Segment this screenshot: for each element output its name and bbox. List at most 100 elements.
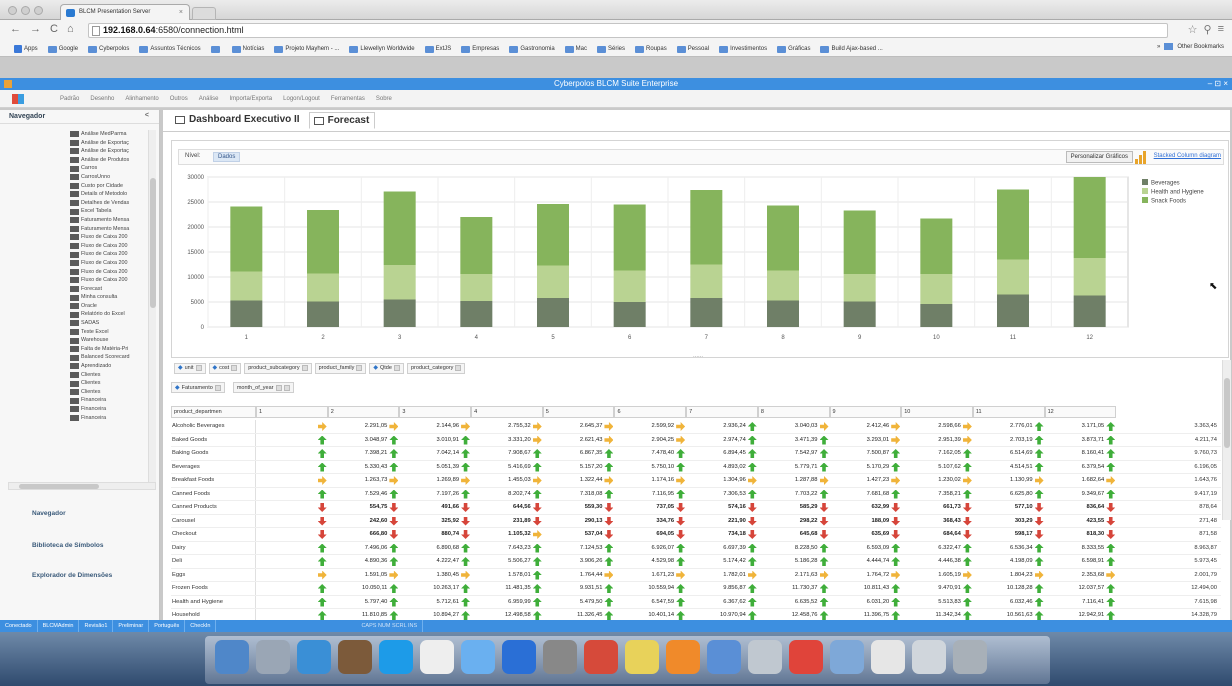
table-cell[interactable]: 577,10 xyxy=(973,501,1045,514)
tree-item[interactable]: Fluxo de Caixa 200 xyxy=(70,242,148,251)
browser-tab[interactable]: BLCM Presentation Server × xyxy=(60,4,190,20)
table-cell[interactable]: 7.116,41 xyxy=(1045,596,1117,609)
table-cell[interactable] xyxy=(256,609,328,620)
extension-icon[interactable]: ⚲ xyxy=(1204,23,1212,36)
table-cell[interactable]: 6.032,46 xyxy=(973,596,1045,609)
tree-item[interactable]: Análise de Exportaç xyxy=(70,147,148,156)
tree-item[interactable]: Fluxo de Caixa 200 xyxy=(70,276,148,285)
tree-item[interactable]: Details of Metodolo xyxy=(70,190,148,199)
tab-dashboard-executivo[interactable]: Dashboard Executivo II xyxy=(171,112,305,129)
table-cell[interactable]: 3.048,97 xyxy=(328,434,400,447)
table-cell[interactable]: 2.645,37 xyxy=(543,420,615,433)
table-cell[interactable]: 1.591,05 xyxy=(328,569,400,582)
table-row[interactable]: Beverages 5.330,43 5.051,39 5.416,69 5.157,2… xyxy=(171,460,1221,474)
table-cell[interactable]: 7.529,46 xyxy=(328,488,400,501)
bookmark-item[interactable] xyxy=(210,43,222,55)
tree-item[interactable]: Forecast xyxy=(70,285,148,294)
table-cell[interactable]: 10.401,14 xyxy=(614,609,686,620)
row-dim-month[interactable]: month_of_year xyxy=(232,382,294,393)
table-cell[interactable]: 10.263,17 xyxy=(399,582,471,595)
applications-folder-icon[interactable] xyxy=(830,640,864,674)
table-cell[interactable]: 1.269,89 xyxy=(399,474,471,487)
table-cell[interactable]: 684,64 xyxy=(901,528,973,541)
tree-item[interactable]: Análise de Exportaç xyxy=(70,139,148,148)
tree-item[interactable]: Faturamento Mensa xyxy=(70,225,148,234)
documents-icon[interactable] xyxy=(912,640,946,674)
table-cell[interactable]: 554,75 xyxy=(328,501,400,514)
tree-scrollbar[interactable] xyxy=(148,130,156,490)
skype-icon[interactable] xyxy=(379,640,413,674)
table-cell[interactable]: 1.105,32 xyxy=(471,528,543,541)
table-cell[interactable]: 2.936,24 xyxy=(686,420,758,433)
table-cell[interactable] xyxy=(256,555,328,568)
tree-item[interactable]: Fluxo de Caixa 200 xyxy=(70,268,148,277)
table-cell[interactable]: 2.291,05 xyxy=(328,420,400,433)
table-row[interactable]: Frozen Foods 10.050,11 10.263,17 11.481,35 9… xyxy=(171,582,1221,596)
bookmark-item[interactable]: Cyberpolos xyxy=(88,43,129,55)
home-icon[interactable]: ⌂ xyxy=(67,23,74,35)
table-cell[interactable] xyxy=(256,596,328,609)
table-cell[interactable]: 5.186,28 xyxy=(758,555,830,568)
table-cell[interactable]: 661,73 xyxy=(901,501,973,514)
address-bar[interactable]: 192.168.0.64:6580/connection.html xyxy=(88,23,1168,38)
bookmark-star-icon[interactable]: ☆ xyxy=(1188,23,1198,36)
bookmarks-overflow-icon[interactable]: » xyxy=(1157,44,1160,50)
table-cell[interactable]: 5.170,29 xyxy=(830,461,902,474)
table-cell[interactable]: 1.671,23 xyxy=(614,569,686,582)
table-cell[interactable]: 6.322,47 xyxy=(901,542,973,555)
table-cell[interactable]: 9.349,67 xyxy=(1045,488,1117,501)
back-icon[interactable]: ← xyxy=(10,23,21,35)
table-cell[interactable]: 7.398,21 xyxy=(328,447,400,460)
table-cell[interactable]: 818,30 xyxy=(1045,528,1117,541)
table-cell[interactable]: 231,89 xyxy=(471,515,543,528)
table-cell[interactable]: 4.529,98 xyxy=(614,555,686,568)
table-row[interactable]: Baking Goods 7.398,21 7.042,14 7.908,67 6.86… xyxy=(171,447,1221,461)
menu-item[interactable]: Alinhamento xyxy=(125,96,158,102)
table-cell[interactable]: 737,05 xyxy=(614,501,686,514)
new-tab-button[interactable] xyxy=(192,7,216,20)
tree-item[interactable]: Minha consulta xyxy=(70,293,148,302)
table-cell[interactable]: 4.893,02 xyxy=(686,461,758,474)
table-cell[interactable] xyxy=(256,488,328,501)
table-cell[interactable]: 6.379,54 xyxy=(1045,461,1117,474)
table-cell[interactable]: 2.951,39 xyxy=(901,434,973,447)
tree-item[interactable]: Clientes xyxy=(70,371,148,380)
table-cell[interactable]: 6.867,35 xyxy=(543,447,615,460)
table-cell[interactable]: 11.810,85 xyxy=(328,609,400,620)
collapse-sidebar-icon[interactable]: < xyxy=(145,112,149,119)
table-cell[interactable]: 2.144,96 xyxy=(399,420,471,433)
table-cell[interactable]: 4.198,09 xyxy=(973,555,1045,568)
table-cell[interactable]: 7.197,26 xyxy=(399,488,471,501)
table-cell[interactable]: 6.890,68 xyxy=(399,542,471,555)
column-dim-chip[interactable]: product_category xyxy=(406,362,466,374)
chip-dropdown-icon[interactable] xyxy=(455,365,462,371)
pivot-vscrollbar[interactable] xyxy=(1222,360,1231,520)
table-cell[interactable] xyxy=(256,569,328,582)
table-cell[interactable]: 3.873,71 xyxy=(1045,434,1117,447)
tree-item[interactable]: Clientes xyxy=(70,388,148,397)
table-cell[interactable]: 4.446,38 xyxy=(901,555,973,568)
table-cell[interactable]: 1.380,45 xyxy=(399,569,471,582)
table-cell[interactable]: 2.599,92 xyxy=(614,420,686,433)
tree-item[interactable]: Fluxo de Caixa 200 xyxy=(70,233,148,242)
tree-item[interactable]: Detalhes de Vendas xyxy=(70,199,148,208)
table-cell[interactable]: 1.263,73 xyxy=(328,474,400,487)
table-cell[interactable]: 7.478,40 xyxy=(614,447,686,460)
photos-icon[interactable] xyxy=(748,640,782,674)
table-cell[interactable]: 8.202,74 xyxy=(471,488,543,501)
table-cell[interactable]: 6.635,52 xyxy=(758,596,830,609)
table-cell[interactable]: 7.542,97 xyxy=(758,447,830,460)
table-cell[interactable]: 242,60 xyxy=(328,515,400,528)
table-cell[interactable] xyxy=(256,420,328,433)
bookmark-item[interactable]: Assuntos Técnicos xyxy=(139,43,201,55)
bookmark-item[interactable]: Gastronomia xyxy=(509,43,555,55)
table-row[interactable]: Health and Hygiene 5.797,40 5.712,61 6.959,… xyxy=(171,595,1221,609)
table-cell[interactable]: 11.481,35 xyxy=(471,582,543,595)
table-cell[interactable]: 423,55 xyxy=(1045,515,1117,528)
table-cell[interactable]: 303,29 xyxy=(973,515,1045,528)
parallels-icon[interactable] xyxy=(584,640,618,674)
zoom-window-button[interactable] xyxy=(34,6,43,15)
table-cell[interactable]: 10.894,27 xyxy=(399,609,471,620)
table-cell[interactable]: 7.116,95 xyxy=(614,488,686,501)
bookmark-item[interactable]: Séries xyxy=(597,43,625,55)
